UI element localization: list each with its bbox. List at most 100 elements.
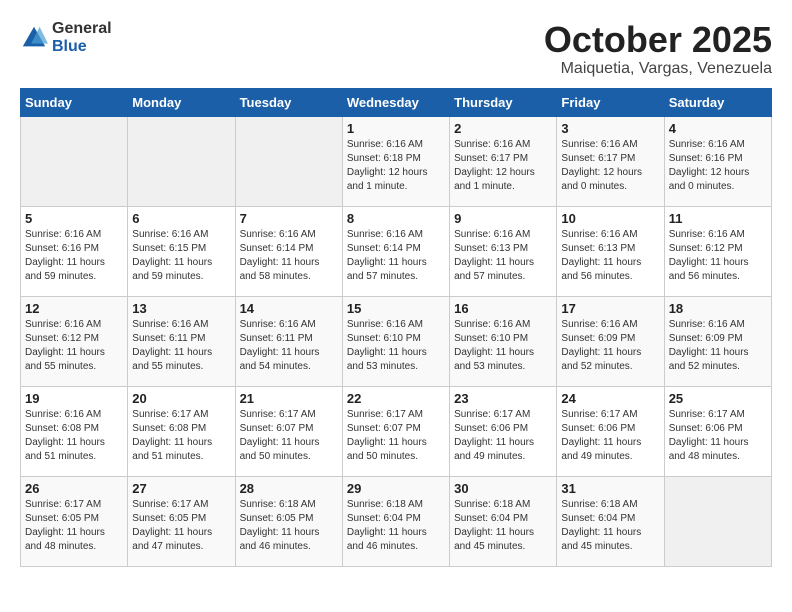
calendar-cell: 12 Sunrise: 6:16 AM Sunset: 6:12 PM Dayli… bbox=[21, 296, 128, 386]
calendar-cell: 25 Sunrise: 6:17 AM Sunset: 6:06 PM Dayli… bbox=[664, 386, 771, 476]
day-number: 7 bbox=[240, 211, 338, 226]
day-number: 23 bbox=[454, 391, 552, 406]
calendar-cell: 16 Sunrise: 6:16 AM Sunset: 6:10 PM Dayli… bbox=[450, 296, 557, 386]
day-info: Sunrise: 6:16 AM Sunset: 6:08 PM Dayligh… bbox=[25, 408, 123, 464]
calendar-cell bbox=[21, 116, 128, 206]
day-number: 28 bbox=[240, 481, 338, 496]
calendar-cell: 11Sunrise: 6:16 AM Sunset: 6:12 PM Dayli… bbox=[664, 206, 771, 296]
calendar-cell: 29 Sunrise: 6:18 AM Sunset: 6:04 PM Dayli… bbox=[342, 476, 449, 566]
day-info: Sunrise: 6:18 AM Sunset: 6:04 PM Dayligh… bbox=[561, 498, 659, 554]
day-number: 19 bbox=[25, 391, 123, 406]
day-info: Sunrise: 6:17 AM Sunset: 6:06 PM Dayligh… bbox=[669, 408, 767, 464]
day-info: Sunrise: 6:16 AM Sunset: 6:16 PM Dayligh… bbox=[25, 228, 123, 284]
calendar-cell: 4Sunrise: 6:16 AM Sunset: 6:16 PM Daylig… bbox=[664, 116, 771, 206]
calendar-cell: 6 Sunrise: 6:16 AM Sunset: 6:15 PM Daylig… bbox=[128, 206, 235, 296]
day-number: 1 bbox=[347, 121, 445, 136]
day-info: Sunrise: 6:17 AM Sunset: 6:07 PM Dayligh… bbox=[240, 408, 338, 464]
day-info: Sunrise: 6:16 AM Sunset: 6:13 PM Dayligh… bbox=[561, 228, 659, 284]
day-info: Sunrise: 6:16 AM Sunset: 6:13 PM Dayligh… bbox=[454, 228, 552, 284]
calendar-cell: 19 Sunrise: 6:16 AM Sunset: 6:08 PM Dayli… bbox=[21, 386, 128, 476]
logo-text: General Blue bbox=[52, 20, 112, 55]
day-number: 30 bbox=[454, 481, 552, 496]
weekday-header-saturday: Saturday bbox=[664, 88, 771, 116]
day-number: 27 bbox=[132, 481, 230, 496]
logo: General Blue bbox=[20, 20, 112, 55]
calendar-table: SundayMondayTuesdayWednesdayThursdayFrid… bbox=[20, 88, 772, 567]
day-number: 15 bbox=[347, 301, 445, 316]
logo-blue-label: Blue bbox=[52, 38, 112, 56]
day-info: Sunrise: 6:17 AM Sunset: 6:06 PM Dayligh… bbox=[561, 408, 659, 464]
calendar-cell: 20 Sunrise: 6:17 AM Sunset: 6:08 PM Dayli… bbox=[128, 386, 235, 476]
calendar-cell: 30 Sunrise: 6:18 AM Sunset: 6:04 PM Dayli… bbox=[450, 476, 557, 566]
calendar-cell: 5Sunrise: 6:16 AM Sunset: 6:16 PM Daylig… bbox=[21, 206, 128, 296]
calendar-cell bbox=[664, 476, 771, 566]
day-info: Sunrise: 6:16 AM Sunset: 6:15 PM Dayligh… bbox=[132, 228, 230, 284]
calendar-cell bbox=[128, 116, 235, 206]
day-number: 14 bbox=[240, 301, 338, 316]
day-info: Sunrise: 6:18 AM Sunset: 6:04 PM Dayligh… bbox=[454, 498, 552, 554]
weekday-header-sunday: Sunday bbox=[21, 88, 128, 116]
day-number: 6 bbox=[132, 211, 230, 226]
calendar-cell: 26 Sunrise: 6:17 AM Sunset: 6:05 PM Dayli… bbox=[21, 476, 128, 566]
calendar-week-row: 1Sunrise: 6:16 AM Sunset: 6:18 PM Daylig… bbox=[21, 116, 772, 206]
day-info: Sunrise: 6:18 AM Sunset: 6:05 PM Dayligh… bbox=[240, 498, 338, 554]
calendar-cell: 3 Sunrise: 6:16 AM Sunset: 6:17 PM Daylig… bbox=[557, 116, 664, 206]
day-number: 11 bbox=[669, 211, 767, 226]
day-number: 10 bbox=[561, 211, 659, 226]
calendar-cell: 28 Sunrise: 6:18 AM Sunset: 6:05 PM Dayli… bbox=[235, 476, 342, 566]
day-number: 12 bbox=[25, 301, 123, 316]
day-number: 3 bbox=[561, 121, 659, 136]
weekday-header-wednesday: Wednesday bbox=[342, 88, 449, 116]
day-info: Sunrise: 6:17 AM Sunset: 6:08 PM Dayligh… bbox=[132, 408, 230, 464]
calendar-cell: 27Sunrise: 6:17 AM Sunset: 6:05 PM Dayli… bbox=[128, 476, 235, 566]
calendar-cell: 15 Sunrise: 6:16 AM Sunset: 6:10 PM Dayli… bbox=[342, 296, 449, 386]
calendar-cell: 17 Sunrise: 6:16 AM Sunset: 6:09 PM Dayli… bbox=[557, 296, 664, 386]
calendar-week-row: 26 Sunrise: 6:17 AM Sunset: 6:05 PM Dayli… bbox=[21, 476, 772, 566]
day-number: 17 bbox=[561, 301, 659, 316]
calendar-cell: 23 Sunrise: 6:17 AM Sunset: 6:06 PM Dayli… bbox=[450, 386, 557, 476]
calendar-cell: 18Sunrise: 6:16 AM Sunset: 6:09 PM Dayli… bbox=[664, 296, 771, 386]
day-info: Sunrise: 6:18 AM Sunset: 6:04 PM Dayligh… bbox=[347, 498, 445, 554]
day-number: 4 bbox=[669, 121, 767, 136]
day-info: Sunrise: 6:16 AM Sunset: 6:11 PM Dayligh… bbox=[132, 318, 230, 374]
calendar-cell: 14 Sunrise: 6:16 AM Sunset: 6:11 PM Dayli… bbox=[235, 296, 342, 386]
weekday-header-friday: Friday bbox=[557, 88, 664, 116]
calendar-cell: 2Sunrise: 6:16 AM Sunset: 6:17 PM Daylig… bbox=[450, 116, 557, 206]
day-info: Sunrise: 6:17 AM Sunset: 6:06 PM Dayligh… bbox=[454, 408, 552, 464]
day-info: Sunrise: 6:16 AM Sunset: 6:09 PM Dayligh… bbox=[561, 318, 659, 374]
day-info: Sunrise: 6:16 AM Sunset: 6:09 PM Dayligh… bbox=[669, 318, 767, 374]
calendar-cell: 7Sunrise: 6:16 AM Sunset: 6:14 PM Daylig… bbox=[235, 206, 342, 296]
calendar-cell: 1Sunrise: 6:16 AM Sunset: 6:18 PM Daylig… bbox=[342, 116, 449, 206]
day-info: Sunrise: 6:16 AM Sunset: 6:17 PM Dayligh… bbox=[454, 138, 552, 194]
day-number: 29 bbox=[347, 481, 445, 496]
day-info: Sunrise: 6:16 AM Sunset: 6:10 PM Dayligh… bbox=[347, 318, 445, 374]
calendar-cell: 10 Sunrise: 6:16 AM Sunset: 6:13 PM Dayli… bbox=[557, 206, 664, 296]
calendar-week-row: 5Sunrise: 6:16 AM Sunset: 6:16 PM Daylig… bbox=[21, 206, 772, 296]
day-info: Sunrise: 6:16 AM Sunset: 6:12 PM Dayligh… bbox=[25, 318, 123, 374]
logo-icon bbox=[20, 24, 48, 52]
day-info: Sunrise: 6:16 AM Sunset: 6:10 PM Dayligh… bbox=[454, 318, 552, 374]
day-number: 13 bbox=[132, 301, 230, 316]
weekday-header-monday: Monday bbox=[128, 88, 235, 116]
calendar-cell: 31Sunrise: 6:18 AM Sunset: 6:04 PM Dayli… bbox=[557, 476, 664, 566]
day-info: Sunrise: 6:16 AM Sunset: 6:11 PM Dayligh… bbox=[240, 318, 338, 374]
logo-general-label: General bbox=[52, 20, 112, 38]
weekday-header-tuesday: Tuesday bbox=[235, 88, 342, 116]
day-number: 26 bbox=[25, 481, 123, 496]
calendar-cell: 22Sunrise: 6:17 AM Sunset: 6:07 PM Dayli… bbox=[342, 386, 449, 476]
day-info: Sunrise: 6:17 AM Sunset: 6:07 PM Dayligh… bbox=[347, 408, 445, 464]
day-number: 16 bbox=[454, 301, 552, 316]
day-number: 25 bbox=[669, 391, 767, 406]
month-title: October 2025 bbox=[544, 20, 772, 60]
calendar-cell: 13 Sunrise: 6:16 AM Sunset: 6:11 PM Dayli… bbox=[128, 296, 235, 386]
calendar-week-row: 12 Sunrise: 6:16 AM Sunset: 6:12 PM Dayli… bbox=[21, 296, 772, 386]
day-number: 20 bbox=[132, 391, 230, 406]
weekday-header-thursday: Thursday bbox=[450, 88, 557, 116]
calendar-cell: 9Sunrise: 6:16 AM Sunset: 6:13 PM Daylig… bbox=[450, 206, 557, 296]
day-info: Sunrise: 6:17 AM Sunset: 6:05 PM Dayligh… bbox=[25, 498, 123, 554]
day-number: 8 bbox=[347, 211, 445, 226]
day-number: 24 bbox=[561, 391, 659, 406]
weekday-header-row: SundayMondayTuesdayWednesdayThursdayFrid… bbox=[21, 88, 772, 116]
page-header: General Blue October 2025 Maiquetia, Var… bbox=[20, 20, 772, 78]
day-info: Sunrise: 6:16 AM Sunset: 6:17 PM Dayligh… bbox=[561, 138, 659, 194]
